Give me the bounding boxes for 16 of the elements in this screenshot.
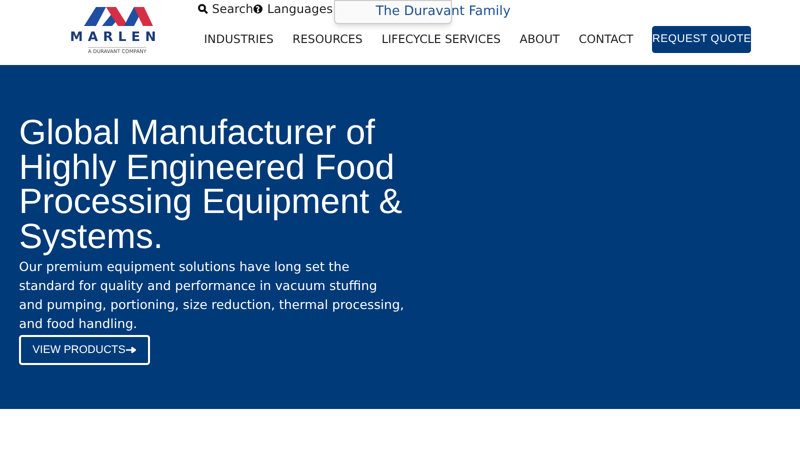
logo-wordmark: MARLEN [70, 30, 162, 46]
search-icon [198, 4, 208, 14]
logo-mark-icon [82, 5, 154, 27]
search-link[interactable]: Search [198, 0, 254, 18]
view-products-button[interactable]: VIEW PRODUCTS [19, 335, 150, 365]
nav-link[interactable]: CONTACT [578, 31, 634, 49]
family-tab[interactable]: The Duravant Family [376, 0, 511, 24]
hero-heading: Global Manufacturer of Highly Engineered Food Processing Equipment & Systems. [19, 116, 404, 254]
request-quote-button[interactable]: REQUEST QUOTE [652, 26, 752, 53]
nav-link[interactable]: RESOURCES [292, 31, 363, 49]
nav-link[interactable]: ABOUT [520, 31, 560, 49]
nav-link[interactable]: INDUSTRIES [204, 31, 274, 49]
arrow-right-icon [126, 347, 136, 353]
hero-text: Our premium equipment solutions have long set the standard for quality and performance in vacuum stuffing and pumping, portioning, size reduction, thermal processing, and food handling. [19, 258, 404, 333]
nav-link[interactable]: LIFECYCLE SERVICES [382, 31, 501, 49]
languages-link[interactable]: Languages [253, 0, 333, 18]
